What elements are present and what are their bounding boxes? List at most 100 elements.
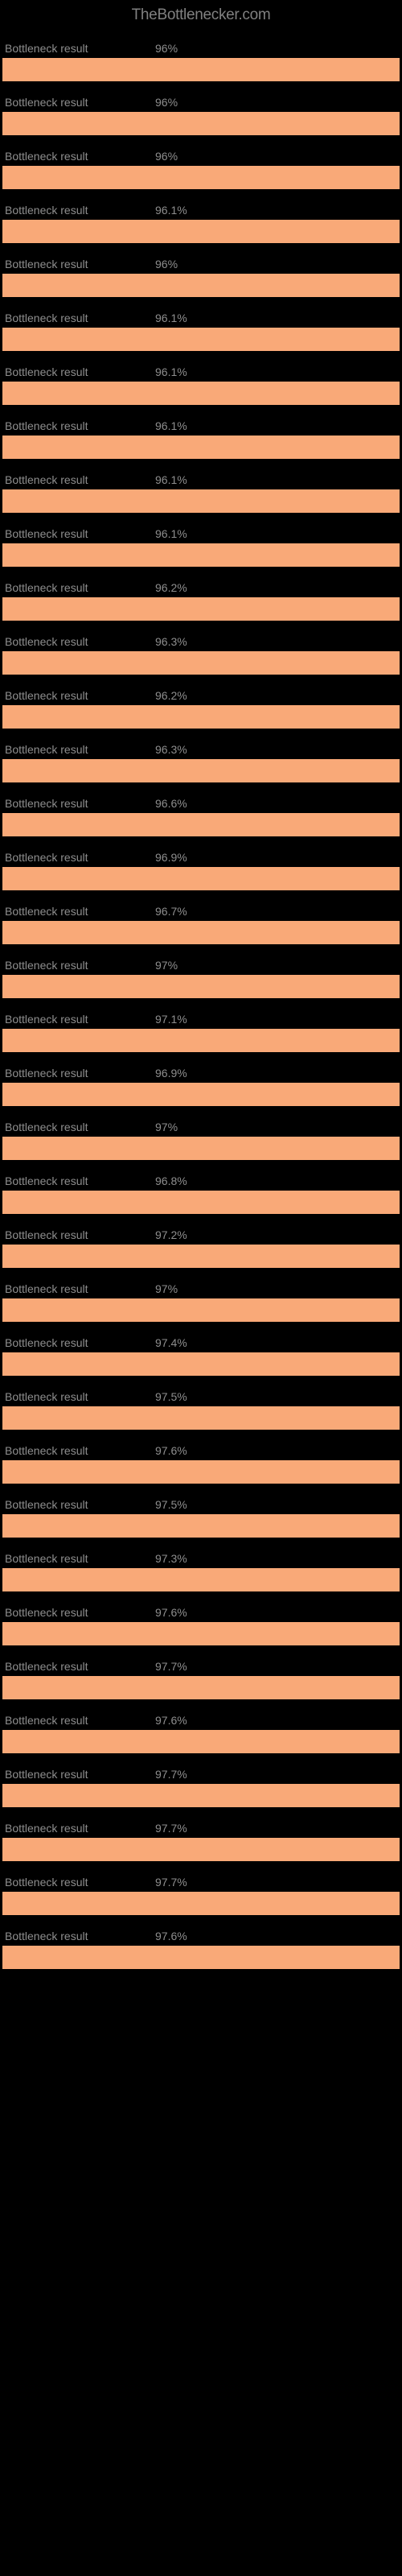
- bar-fill: [2, 1514, 390, 1538]
- bar-row-value: 96%: [155, 258, 178, 270]
- bar-row-value: 97.1%: [155, 1013, 187, 1026]
- bar-fill: [2, 975, 388, 998]
- bar-row-label: Bottleneck result: [5, 1174, 97, 1187]
- bar-row-header: Bottleneck result96.1%: [0, 351, 402, 382]
- bar-row-label: Bottleneck result: [5, 905, 97, 918]
- bar-row-value: 97.6%: [155, 1444, 187, 1457]
- bar-row-value: 97.3%: [155, 1552, 187, 1565]
- bar-track: [2, 867, 400, 890]
- bar-row: Bottleneck result 97.6%: [0, 1699, 402, 1753]
- bar-row-header: Bottleneck result97.6%: [0, 1430, 402, 1460]
- bar-row-header: Bottleneck result96.1%: [0, 513, 402, 543]
- bar-row-value: 97.4%: [155, 1336, 187, 1349]
- bar-row-value: 96.9%: [155, 851, 187, 864]
- bar-row: Bottleneck result97.7%: [0, 1807, 402, 1861]
- bar-row: Bottleneck result97.6%: [0, 1915, 402, 1969]
- bar-track: [2, 1191, 400, 1214]
- bar-row-header: Bottleneck result97.7%: [0, 1807, 402, 1838]
- bar-row: Bottleneck result 96.3%: [0, 621, 402, 675]
- bar-row-header: Bottleneck result96.7%: [0, 890, 402, 921]
- bar-row: Bottleneck result97.4%: [0, 1322, 402, 1376]
- bar-fill: [2, 1784, 391, 1807]
- bar-track: [2, 382, 400, 405]
- bar-row-value: 97%: [155, 1282, 178, 1295]
- bar-track: [2, 1730, 400, 1753]
- bar-row: Bottleneck result97.2%: [0, 1214, 402, 1268]
- bar-track: [2, 58, 400, 81]
- bar-row: Bottleneck result96.1%: [0, 405, 402, 459]
- bar-row-label: Bottleneck result: [5, 150, 97, 163]
- bar-row-value: 97.2%: [155, 1228, 187, 1241]
- bar-row-label: Bottleneck result: [5, 1121, 97, 1133]
- bar-row-header: Bottleneck result97.4%: [0, 1322, 402, 1352]
- bar-fill: [2, 1137, 388, 1160]
- bar-fill: [2, 705, 384, 729]
- bar-row-label: Bottleneck result: [5, 1714, 97, 1727]
- bar-row-label: Bottleneck result: [5, 527, 97, 540]
- bar-row: Bottleneck result96.7%: [0, 890, 402, 944]
- bar-row: Bottleneck result97.7%: [0, 1645, 402, 1699]
- bar-row-value: 96.3%: [155, 635, 187, 648]
- bar-track: [2, 274, 400, 297]
- bar-fill: [2, 436, 384, 459]
- bar-chart: Bottleneck result96%Bottleneck result96%…: [0, 27, 402, 1969]
- bar-track: [2, 813, 400, 836]
- bar-row: Bottleneck result96.1%: [0, 513, 402, 567]
- bar-row: Bottleneck result97.5%: [0, 1484, 402, 1538]
- bar-row-value: 96%: [155, 42, 178, 55]
- bar-track: [2, 1137, 400, 1160]
- bar-row-value: 96.8%: [155, 1174, 187, 1187]
- bar-row-header: Bottleneck result96.9%: [0, 1052, 402, 1083]
- bar-fill: [2, 651, 385, 675]
- bar-row-value: 97.6%: [155, 1930, 187, 1942]
- bar-row-value: 97%: [155, 959, 178, 972]
- bar-row-header: Bottleneck result97.2%: [0, 1214, 402, 1245]
- bar-row-label: Bottleneck result: [5, 473, 97, 486]
- bar-row-label: Bottleneck result: [5, 312, 97, 324]
- bar-track: [2, 975, 400, 998]
- bar-row-value: 96.3%: [155, 743, 187, 756]
- bar-row-label: Bottleneck result: [5, 851, 97, 864]
- bar-row-value: 96.2%: [155, 581, 187, 594]
- bar-row-label: Bottleneck result: [5, 635, 97, 648]
- bar-fill: [2, 1029, 388, 1052]
- bar-row: Bottleneck result97.6%: [0, 1591, 402, 1645]
- bar-row: Bottleneck result96.1%: [0, 351, 402, 405]
- bar-track: [2, 436, 400, 459]
- bar-row-header: Bottleneck result96.1%: [0, 189, 402, 220]
- bar-fill: [2, 1191, 387, 1214]
- bar-track: [2, 1460, 400, 1484]
- bar-track: [2, 1352, 400, 1376]
- bar-track: [2, 1784, 400, 1807]
- bar-fill: [2, 1460, 390, 1484]
- bar-fill: [2, 1946, 390, 1969]
- bar-row: Bottleneck result96.9%: [0, 1052, 402, 1106]
- bar-row-value: 96.1%: [155, 312, 187, 324]
- bar-track: [2, 597, 400, 621]
- bar-fill: [2, 921, 387, 944]
- bar-row-label: Bottleneck result: [5, 1822, 97, 1835]
- bar-row-label: Bottleneck result: [5, 204, 97, 217]
- bar-row: Bottleneck result96.6%: [0, 782, 402, 836]
- bar-row: Bottleneck result97%: [0, 944, 402, 998]
- bar-row-label: Bottleneck result: [5, 1390, 97, 1403]
- bar-row-header: Bottleneck result97.3%: [0, 1538, 402, 1568]
- bar-row-value: 97%: [155, 1121, 178, 1133]
- bar-row-label: Bottleneck result: [5, 581, 97, 594]
- bar-row-header: Bottleneck result97.5%: [0, 1376, 402, 1406]
- bar-row: Bottleneck result97.6%: [0, 1430, 402, 1484]
- bar-row: Bottleneck result97.3%: [0, 1538, 402, 1591]
- bar-row-header: Bottleneck result96%: [0, 243, 402, 274]
- bar-fill: [2, 867, 388, 890]
- bar-row-header: Bottleneck result96%: [0, 135, 402, 166]
- bar-row-header: Bottleneck result96.3%: [0, 729, 402, 759]
- bar-track: [2, 1946, 400, 1969]
- bar-row-header: Bottleneck result97.7%: [0, 1753, 402, 1784]
- bar-row-label: Bottleneck result: [5, 1876, 97, 1889]
- bar-row-label: Bottleneck result: [5, 1660, 97, 1673]
- bar-fill: [2, 1245, 388, 1268]
- bar-row-label: Bottleneck result: [5, 1013, 97, 1026]
- bar-fill: [2, 489, 384, 513]
- bar-fill: [2, 58, 384, 81]
- bar-row-value: 97.6%: [155, 1714, 187, 1727]
